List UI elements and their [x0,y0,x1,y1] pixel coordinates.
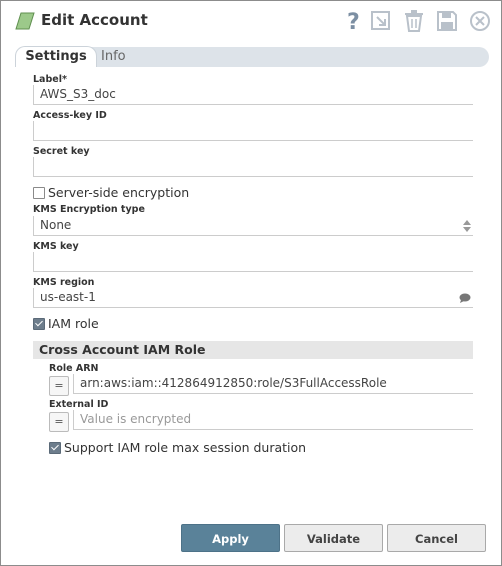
external-id-input[interactable]: Value is encrypted [73,410,473,430]
access-key-label: Access-key ID [33,110,107,121]
svg-text:?: ? [347,10,360,33]
kms-type-select[interactable]: None [33,216,473,236]
sse-checkbox[interactable] [33,187,45,199]
account-logo-icon [15,12,35,30]
label-input[interactable]: AWS_S3_doc [33,85,473,105]
cross-account-section-header: Cross Account IAM Role [33,341,473,359]
iam-role-checkbox[interactable] [33,318,45,330]
edit-account-dialog: Edit Account ? Settings Info Label* AWS_… [0,0,502,566]
access-key-input[interactable] [33,121,473,141]
session-duration-label: Support IAM role max session duration [64,440,307,455]
cancel-button[interactable]: Cancel [387,524,486,552]
apply-button[interactable]: Apply [181,524,280,552]
role-arn-input[interactable]: arn:aws:iam::412864912850:role/S3FullAcc… [73,374,473,394]
iam-role-label: IAM role [48,316,99,331]
save-icon[interactable] [435,9,459,33]
external-id-expression-button[interactable]: = [49,412,69,432]
kms-region-value: us-east-1 [40,290,96,304]
sse-label: Server-side encryption [48,185,190,200]
help-icon[interactable]: ? [341,9,365,33]
tab-settings[interactable]: Settings [15,46,97,67]
external-id-placeholder: Value is encrypted [80,412,192,426]
label-value: AWS_S3_doc [40,87,116,101]
close-icon[interactable] [468,9,492,33]
kms-type-value: None [40,218,72,232]
cross-account-heading: Cross Account IAM Role [39,342,206,357]
kms-region-label: KMS region [33,277,95,288]
role-arn-expression-button[interactable]: = [49,376,69,396]
delete-icon[interactable] [402,9,426,33]
tab-info[interactable]: Info [101,47,126,67]
kms-key-label: KMS key [33,241,79,252]
kms-region-input[interactable]: us-east-1 [33,288,473,308]
kms-key-input[interactable] [33,252,473,272]
secret-key-input[interactable] [33,157,473,177]
tab-bar: Settings Info [15,46,489,67]
role-arn-label: Role ARN [49,363,99,374]
select-arrows-icon [463,220,471,232]
export-icon[interactable] [369,9,393,33]
dialog-title: Edit Account [41,11,148,29]
validate-button[interactable]: Validate [284,524,383,552]
suggest-bubble-icon[interactable] [459,293,471,303]
role-arn-value: arn:aws:iam::412864912850:role/S3FullAcc… [80,376,387,390]
external-id-label: External ID [49,399,109,410]
session-duration-checkbox[interactable] [49,442,61,454]
label-field-label: Label* [33,74,67,85]
kms-type-label: KMS Encryption type [33,204,145,215]
secret-key-label: Secret key [33,146,90,157]
title-bar: Edit Account ? [1,1,501,41]
